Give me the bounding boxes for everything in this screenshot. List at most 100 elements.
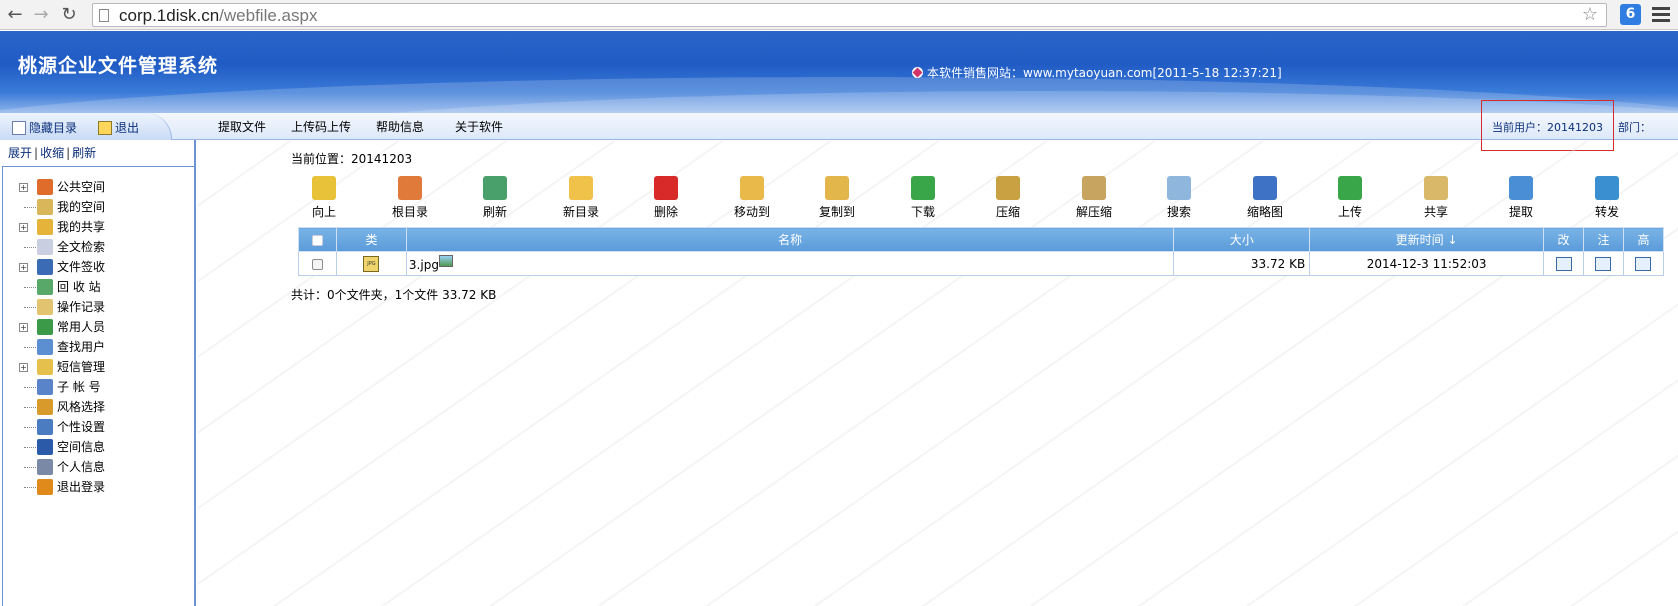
back-icon[interactable]: ←: [4, 4, 26, 26]
sidebar-item[interactable]: 个人信息: [19, 457, 105, 477]
sidebar-item[interactable]: + 公共空间: [19, 177, 105, 197]
note-column-header: 注: [1583, 227, 1624, 252]
logout-button[interactable]: 退出: [98, 119, 139, 136]
tree-connector: [24, 447, 36, 448]
compress-icon: [996, 176, 1020, 200]
tree-connector: [24, 487, 36, 488]
file-name-link[interactable]: 3.jpg: [409, 258, 439, 272]
browser-toolbar: ← → ↻ corp.1disk.cn/webfile.aspx ☆ 6: [0, 0, 1678, 30]
tree-connector: [24, 307, 36, 308]
refresh-link[interactable]: 刷新: [72, 146, 96, 160]
toolbar-button[interactable]: 缩略图: [1235, 176, 1295, 220]
expand-toggle-icon[interactable]: +: [19, 363, 28, 372]
toolbar-button[interactable]: 上传: [1320, 176, 1380, 220]
advanced-settings-icon[interactable]: [1635, 256, 1652, 271]
sidebar-item[interactable]: 个性设置: [19, 417, 105, 437]
toolbar-button[interactable]: 搜索: [1149, 176, 1209, 220]
toolbar-button[interactable]: 转发: [1577, 176, 1637, 220]
new-folder-icon: [569, 176, 593, 200]
tree-connector: [24, 247, 36, 248]
toolbar-button-label: 上传: [1337, 205, 1362, 219]
share-icon: [1424, 176, 1448, 200]
sidebar-item[interactable]: 我的空间: [19, 197, 105, 217]
sidebar-item[interactable]: 回 收 站: [19, 277, 105, 297]
rename-icon[interactable]: [1555, 256, 1572, 271]
sidebar-item[interactable]: 查找用户: [19, 337, 105, 357]
sidebar-item-label: 短信管理: [57, 360, 106, 374]
sidebar-item[interactable]: + 文件签收: [19, 257, 105, 277]
modified-column-header[interactable]: 更新时间 ↓: [1309, 227, 1545, 252]
menu-help[interactable]: 帮助信息: [376, 118, 424, 135]
advanced-column-header: 高: [1622, 227, 1665, 252]
toolbar-button[interactable]: 根目录: [380, 176, 440, 220]
sidebar-item[interactable]: + 我的共享: [19, 217, 105, 237]
row-checkbox[interactable]: [311, 258, 323, 270]
sidebar-item[interactable]: 子 帐 号: [19, 377, 105, 397]
sales-info-text: 本软件销售网站：www.mytaoyuan.com[2011-5-18 12:3…: [927, 66, 1282, 80]
sidebar-item[interactable]: 空间信息: [19, 437, 105, 457]
toolbar-button-label: 复制到: [818, 205, 855, 219]
app-title: 桃源企业文件管理系统: [18, 55, 219, 77]
toolbar-button[interactable]: 复制到: [807, 176, 867, 220]
extension-icon[interactable]: 6: [1620, 4, 1641, 25]
toolbar-button[interactable]: 共享: [1406, 176, 1466, 220]
note-edit-icon[interactable]: [1595, 256, 1612, 271]
toolbar-button[interactable]: 移动到: [722, 176, 782, 220]
expand-toggle-icon[interactable]: +: [19, 263, 28, 272]
toolbar-button[interactable]: 删除: [636, 176, 696, 220]
sidebar-item[interactable]: 退出登录: [19, 477, 105, 497]
extract-icon: [1509, 176, 1533, 200]
reload-icon[interactable]: ↻: [58, 4, 80, 26]
name-column-header[interactable]: 名称: [405, 227, 1175, 252]
tree-connector: [24, 467, 36, 468]
bookmark-star-icon[interactable]: ☆: [1582, 4, 1598, 25]
up-icon: [312, 176, 336, 200]
logout-icon: [37, 479, 53, 495]
menu-about[interactable]: 关于软件: [455, 118, 503, 135]
browser-menu-icon[interactable]: [1652, 5, 1670, 25]
directory-tree: + 公共空间我的空间 + 我的共享 全文检索 + 文件签收回 收 站操作记录 + 常用人员 查找用…: [2, 166, 194, 606]
url-text[interactable]: corp.1disk.cn/webfile.aspx: [119, 6, 317, 26]
expand-link[interactable]: 展开: [8, 146, 32, 160]
select-all-checkbox[interactable]: [311, 234, 323, 246]
sidebar-item-label: 我的空间: [57, 200, 106, 214]
file-toolbar: 向上 根目录 刷新 新目录 删除 移动到 复制到 下载 压缩 解压缩 搜索 缩略图 上传 共享 提取 转发: [300, 176, 1660, 224]
forward-icon[interactable]: →: [30, 4, 52, 26]
type-column-header[interactable]: 类: [335, 227, 407, 252]
image-preview-icon[interactable]: [438, 255, 453, 267]
file-summary: 共计：0个文件夹，1个文件 33.72 KB: [291, 288, 497, 302]
sidebar-item[interactable]: + 短信管理: [19, 357, 105, 377]
name-cell: 3.jpg: [405, 251, 1175, 276]
hide-directory-button[interactable]: 隐藏目录: [12, 119, 77, 136]
public-space-icon: [37, 179, 53, 195]
expand-toggle-icon[interactable]: +: [19, 223, 28, 232]
toolbar-button[interactable]: 下载: [893, 176, 953, 220]
toolbar-button[interactable]: 解压缩: [1064, 176, 1124, 220]
toolbar-button-label: 缩略图: [1246, 205, 1283, 219]
toolbar-button[interactable]: 刷新: [465, 176, 525, 220]
sidebar-item-label: 空间信息: [57, 440, 106, 454]
address-bar[interactable]: corp.1disk.cn/webfile.aspx ☆: [92, 3, 1607, 27]
size-column-header[interactable]: 大小: [1173, 227, 1311, 252]
sidebar-item[interactable]: 操作记录: [19, 297, 105, 317]
toolbar-button[interactable]: 压缩: [978, 176, 1038, 220]
fulltext-search-icon: [37, 239, 53, 255]
sidebar-item[interactable]: + 常用人员: [19, 317, 105, 337]
top-menu-bar: 隐藏目录 退出 提取文件 上传码上传 帮助信息 关于软件 当前用户：201412…: [0, 113, 1678, 140]
expand-toggle-icon[interactable]: +: [19, 323, 28, 332]
toolbar-button[interactable]: 新目录: [551, 176, 611, 220]
collapse-link[interactable]: 收缩: [40, 146, 64, 160]
toolbar-button-label: 提取: [1508, 205, 1533, 219]
expand-toggle-icon[interactable]: +: [19, 183, 28, 192]
tree-connector: [24, 427, 36, 428]
sidebar-item[interactable]: 全文检索: [19, 237, 105, 257]
menu-extract-files[interactable]: 提取文件: [218, 118, 266, 135]
table-header-row: 类 名称 大小 更新时间 ↓ 改 注 高: [298, 227, 1665, 252]
menu-upload-code[interactable]: 上传码上传: [291, 118, 351, 135]
jpg-file-icon: JPG: [363, 255, 380, 272]
toolbar-button[interactable]: 向上: [294, 176, 354, 220]
table-row[interactable]: JPG 3.jpg 33.72 KB 2014-12-3 11:52:03: [298, 251, 1665, 276]
root-dir-icon: [398, 176, 422, 200]
sidebar-item[interactable]: 风格选择: [19, 397, 105, 417]
toolbar-button[interactable]: 提取: [1491, 176, 1551, 220]
